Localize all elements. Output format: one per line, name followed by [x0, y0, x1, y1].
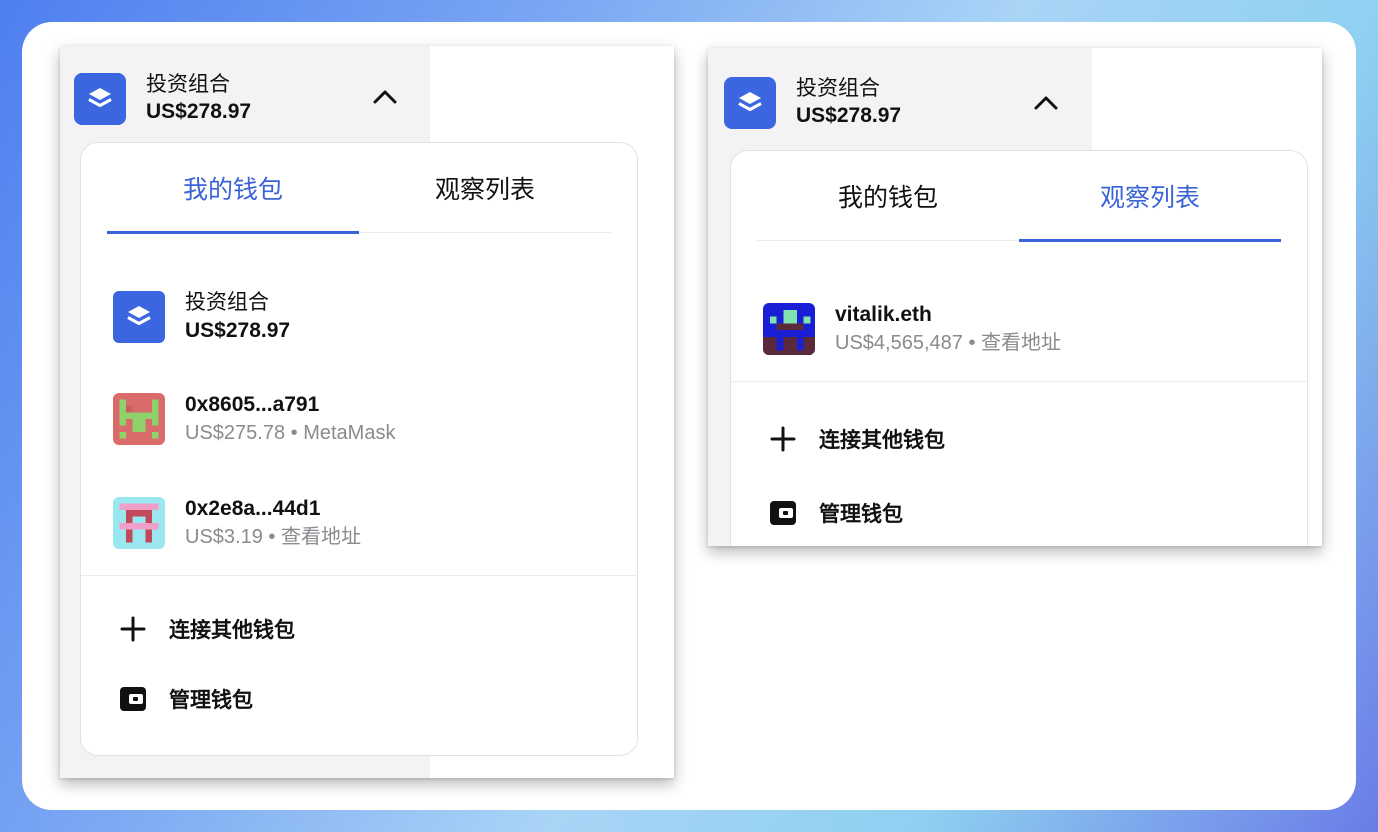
pixel-avatar-1	[113, 393, 165, 445]
portfolio-logo	[724, 77, 776, 129]
plus-icon	[117, 613, 149, 645]
manage-wallet-button[interactable]: 管理钱包	[117, 683, 253, 715]
header-amount: US$278.97	[146, 100, 252, 123]
layers-icon	[127, 306, 151, 325]
manage-wallet-button[interactable]: 管理钱包	[767, 497, 903, 529]
portfolio-dropdown-left: 投资组合 US$278.97 我的钱包 观察列表 投资组合 US$278.97 …	[60, 46, 674, 778]
menu-divider	[81, 575, 637, 576]
wallet-sub: US$275.78 • MetaMask	[185, 422, 396, 444]
chevron-up-icon[interactable]	[372, 86, 398, 111]
header-amount: US$278.97	[796, 104, 902, 127]
wallet-address: 0x2e8a...44d1	[185, 497, 321, 520]
screenshot-stage: 投资组合 US$278.97 我的钱包 观察列表 投资组合 US$278.97 …	[22, 22, 1356, 810]
wallet-name: vitalik.eth	[835, 303, 932, 326]
connect-wallet-button[interactable]: 连接其他钱包	[767, 423, 945, 455]
tab-bar: 我的钱包 观察列表	[107, 143, 611, 234]
wallet-row-0x2e8a[interactable]: 0x2e8a...44d1 US$3.19 • 查看地址	[113, 495, 617, 551]
wallet-name: 投资组合	[185, 291, 269, 314]
wallet-icon	[767, 497, 799, 529]
tab-my-wallets[interactable]: 我的钱包	[757, 151, 1019, 240]
wallet-menu-card: 我的钱包 观察列表 vitalik.eth US$4,565,487 • 查看地…	[730, 150, 1308, 546]
portfolio-header[interactable]: 投资组合 US$278.97	[724, 76, 901, 130]
tab-watchlist[interactable]: 观察列表	[359, 143, 611, 232]
manage-wallet-label: 管理钱包	[169, 689, 253, 712]
layers-icon	[88, 88, 112, 107]
plus-icon	[767, 423, 799, 455]
wallet-row-0x8605[interactable]: 0x8605...a791 US$275.78 • MetaMask	[113, 391, 617, 447]
pixel-avatar-3	[763, 303, 815, 355]
header-title: 投资组合	[146, 73, 230, 96]
wallet-amount: US$278.97	[185, 319, 291, 342]
portfolio-dropdown-right: 投资组合 US$278.97 我的钱包 观察列表 vitalik.eth US$…	[708, 48, 1322, 546]
connect-wallet-button[interactable]: 连接其他钱包	[117, 613, 295, 645]
wallet-address: 0x8605...a791	[185, 393, 320, 416]
pixel-avatar-2	[113, 497, 165, 549]
chevron-up-icon[interactable]	[1033, 92, 1059, 117]
wallet-icon	[117, 683, 149, 715]
connect-wallet-label: 连接其他钱包	[819, 429, 945, 452]
menu-divider	[731, 381, 1307, 382]
connect-wallet-label: 连接其他钱包	[169, 619, 295, 642]
tab-my-wallets[interactable]: 我的钱包	[107, 143, 359, 234]
wallet-sub: US$4,565,487 • 查看地址	[835, 332, 1061, 354]
wallet-row-portfolio[interactable]: 投资组合 US$278.97	[113, 289, 617, 345]
portfolio-avatar	[113, 291, 165, 343]
portfolio-logo	[74, 73, 126, 125]
watch-row-vitalik[interactable]: vitalik.eth US$4,565,487 • 查看地址	[763, 301, 1287, 357]
wallet-sub: US$3.19 • 查看地址	[185, 526, 361, 548]
tab-bar: 我的钱包 观察列表	[757, 151, 1281, 242]
tab-watchlist[interactable]: 观察列表	[1019, 151, 1281, 242]
wallet-menu-card: 我的钱包 观察列表 投资组合 US$278.97 0x8605...a791 U…	[80, 142, 638, 756]
portfolio-header[interactable]: 投资组合 US$278.97	[74, 72, 251, 126]
manage-wallet-label: 管理钱包	[819, 503, 903, 526]
layers-icon	[738, 92, 762, 111]
header-title: 投资组合	[796, 77, 880, 100]
